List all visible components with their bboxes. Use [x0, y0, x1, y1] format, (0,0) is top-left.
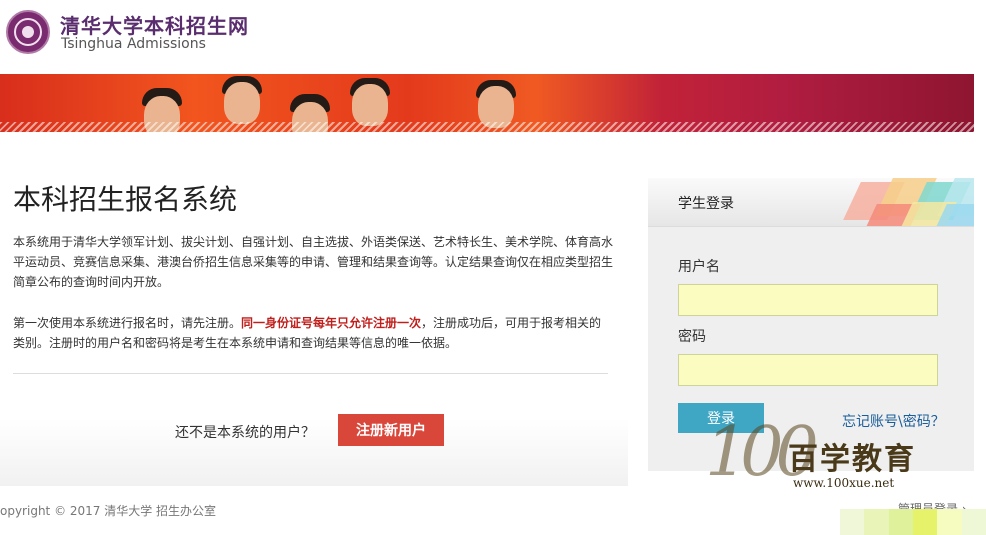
register-button[interactable]: 注册新用户: [338, 414, 444, 446]
notice-text-before: 第一次使用本系统进行报名时，请先注册。: [13, 316, 242, 330]
register-prompt: 还不是本系统的用户？: [175, 425, 315, 441]
decorative-pattern: [838, 178, 974, 226]
site-header: 清华大学本科招生网 Tsinghua Admissions: [0, 0, 986, 74]
pixelated-corner: [840, 509, 986, 535]
student-login-panel: 学生登录 用户名 密码 登录 忘记账号\密码？: [648, 178, 974, 471]
notice-warning: 同一身份证号每年只允许注册一次: [241, 316, 422, 330]
copyright-text: opyright © 2017 清华大学 招生办公室: [0, 504, 217, 518]
system-description: 本系统用于清华大学领军计划、拔尖计划、自强计划、自主选拔、外语类保送、艺术特长生…: [13, 235, 614, 289]
site-logo-chinese[interactable]: 清华大学本科招生网: [60, 10, 249, 39]
login-title: 学生登录: [678, 196, 734, 212]
tsinghua-seal-logo[interactable]: [6, 10, 50, 54]
watermark-text: 百学教育: [788, 442, 916, 477]
username-label: 用户名: [678, 259, 720, 275]
page-title: 本科招生报名系统: [13, 183, 238, 216]
password-label: 密码: [678, 329, 706, 345]
hero-banner-photo: [0, 74, 974, 132]
forgot-password-link[interactable]: 忘记账号\密码？: [842, 411, 945, 431]
site-logo-english[interactable]: Tsinghua Admissions: [61, 36, 206, 52]
password-input[interactable]: [678, 354, 938, 386]
login-panel-header: 学生登录: [648, 178, 974, 227]
username-input[interactable]: [678, 284, 938, 316]
registration-notice: 第一次使用本系统进行报名时，请先注册。同一身份证号每年只允许注册一次，注册成功后…: [13, 313, 613, 353]
watermark-url: www.100xue.net: [793, 476, 895, 490]
